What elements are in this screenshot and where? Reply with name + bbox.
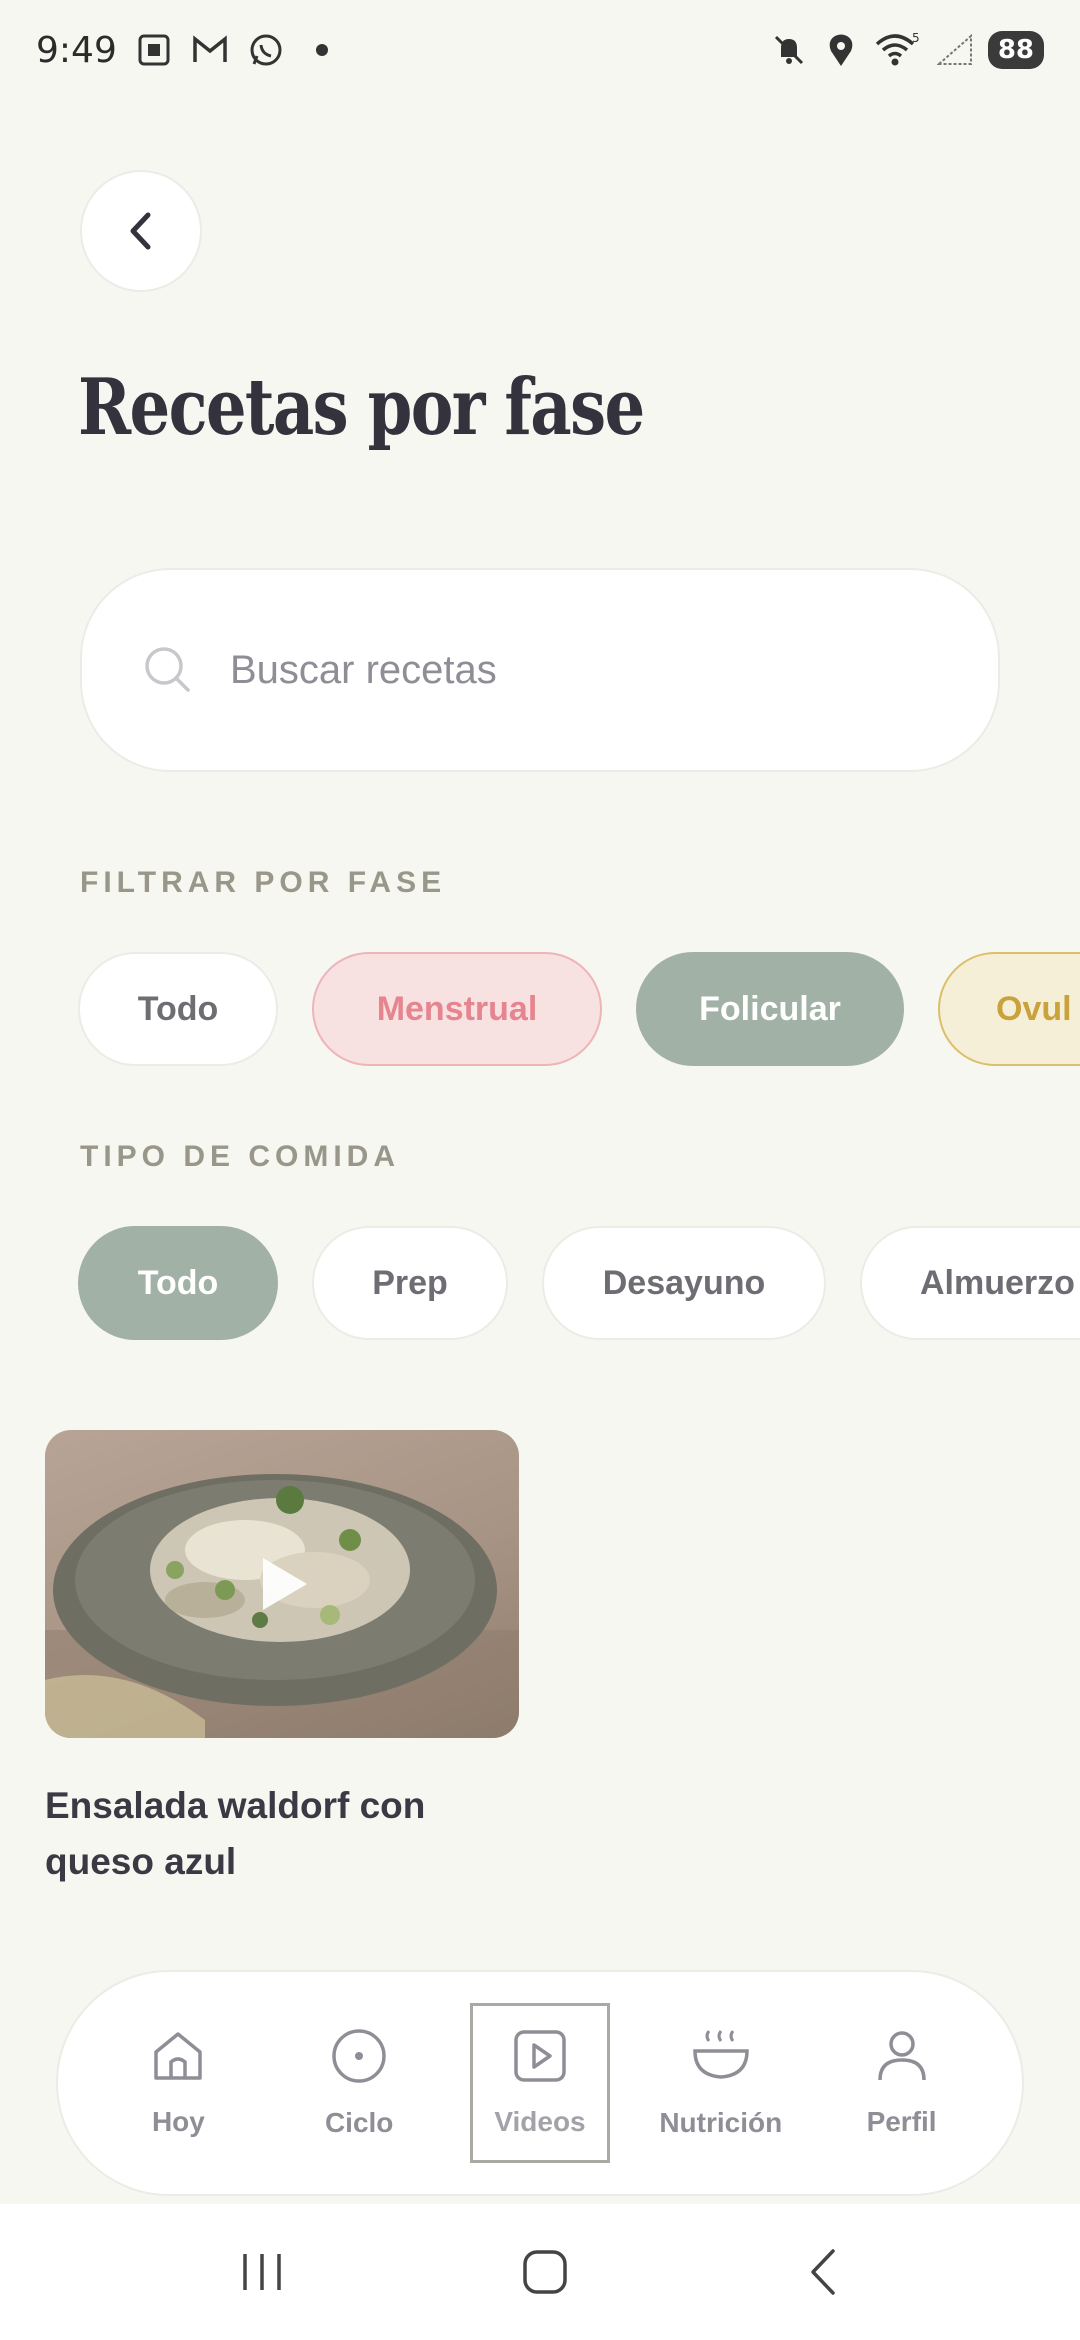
status-left: 9:49 [36, 30, 341, 71]
recipe-thumbnail[interactable] [45, 1430, 519, 1738]
location-icon [822, 31, 860, 69]
recipe-card[interactable]: Ensalada waldorf con queso azul [45, 1430, 519, 1890]
dot-icon [303, 31, 341, 69]
gmail-icon [191, 31, 229, 69]
svg-text:5: 5 [912, 32, 920, 45]
meal-chip-almuerzo[interactable]: Almuerzo [860, 1226, 1080, 1340]
meal-filter-label: TIPO DE COMIDA [80, 1140, 401, 1173]
battery-indicator: 88 [987, 31, 1044, 69]
nav-label-hoy: Hoy [151, 2106, 205, 2137]
phase-chip-row: Todo Menstrual Folicular Ovul [78, 952, 1080, 1066]
recipe-title-line1: Ensalada waldorf con [45, 1785, 426, 1826]
nav-label-perfil: Perfil [866, 2106, 937, 2137]
search-input[interactable] [230, 647, 950, 693]
meal-chip-prep[interactable]: Prep [312, 1226, 508, 1340]
recipe-title: Ensalada waldorf con queso azul [45, 1778, 519, 1890]
wifi-icon: 5 [874, 31, 922, 69]
whatsapp-icon [247, 31, 285, 69]
play-icon[interactable] [257, 1554, 311, 1614]
nav-label-ciclo: Ciclo [324, 2107, 394, 2138]
back-button[interactable] [80, 170, 202, 292]
search-box[interactable] [80, 568, 1000, 772]
nav-item-perfil[interactable]: Perfil [832, 2003, 972, 2163]
meal-chip-row: Todo Prep Desayuno Almuerzo [78, 1226, 1080, 1340]
user-icon [877, 2031, 926, 2081]
back-nav-icon[interactable] [803, 2247, 843, 2297]
search-icon [145, 647, 190, 692]
bowl-icon [693, 2030, 749, 2079]
home-button-icon[interactable] [520, 2247, 570, 2297]
nav-label-videos: Videos [494, 2106, 586, 2137]
recipe-title-line2: queso azul [45, 1841, 237, 1882]
nav-item-ciclo[interactable]: Ciclo [289, 2003, 429, 2163]
nav-label-nutricion: Nutrición [659, 2107, 783, 2138]
chevron-left-icon [130, 212, 151, 250]
screenshot-icon [135, 31, 173, 69]
nav-item-videos[interactable]: Videos [469, 2003, 610, 2163]
signal-icon [936, 31, 974, 69]
meal-chip-todo[interactable]: Todo [78, 1226, 278, 1340]
meal-chip-desayuno[interactable]: Desayuno [542, 1226, 826, 1340]
status-right: 5 88 [770, 31, 1044, 69]
bottom-nav: Hoy Ciclo Videos Nutrición Perfil [56, 1970, 1024, 2196]
phase-chip-menstrual[interactable]: Menstrual [312, 952, 602, 1066]
system-nav-bar [0, 2204, 1080, 2340]
phase-chip-folicular[interactable]: Folicular [636, 952, 904, 1066]
home-icon [154, 2032, 203, 2080]
status-time: 9:49 [36, 29, 117, 71]
status-bar: 9:49 5 88 [0, 0, 1080, 100]
nav-item-nutricion[interactable]: Nutrición [651, 2003, 791, 2163]
phase-filter-label: FILTRAR POR FASE [80, 866, 447, 899]
phase-chip-ovulatoria[interactable]: Ovul [938, 952, 1080, 1066]
video-icon [514, 2030, 566, 2082]
recent-apps-icon[interactable] [237, 2250, 287, 2294]
mute-icon [770, 31, 808, 69]
nav-item-hoy[interactable]: Hoy [108, 2003, 248, 2163]
page-title: Recetas por fase [78, 362, 645, 453]
circle-icon [332, 2029, 386, 2083]
phase-chip-todo[interactable]: Todo [78, 952, 278, 1066]
